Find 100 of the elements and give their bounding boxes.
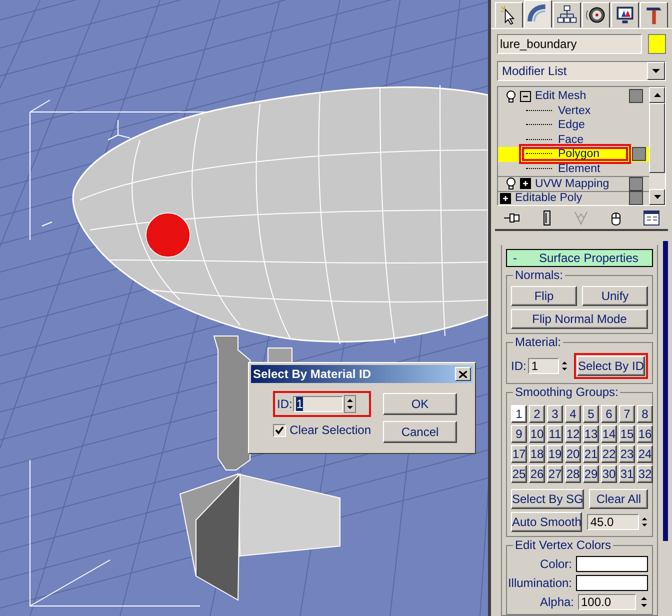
alpha-field[interactable]: 100.0 bbox=[578, 594, 636, 610]
smoothing-group-button[interactable]: 32 bbox=[637, 465, 653, 483]
smoothing-group-button[interactable]: 17 bbox=[511, 445, 527, 463]
clear-selection-label[interactable]: Clear Selection bbox=[290, 423, 371, 437]
id-field[interactable]: 1 bbox=[528, 358, 559, 374]
smoothing-group-button[interactable]: 16 bbox=[637, 425, 653, 443]
id-label: ID: bbox=[511, 359, 526, 373]
smoothing-group-button[interactable]: 6 bbox=[601, 405, 617, 423]
unify-button[interactable]: Unify bbox=[582, 286, 648, 306]
smoothing-group-button[interactable]: 15 bbox=[619, 425, 635, 443]
object-name-field[interactable]: lure_boundary bbox=[497, 34, 642, 54]
close-button[interactable] bbox=[455, 367, 471, 381]
field-label: Color: bbox=[540, 557, 572, 571]
smoothing-group-button[interactable]: 30 bbox=[601, 465, 617, 483]
smoothing-group-button[interactable]: 26 bbox=[529, 465, 545, 483]
smoothing-group-button[interactable]: 2 bbox=[529, 405, 545, 423]
command-tab[interactable] bbox=[640, 2, 668, 28]
smoothing-group-button[interactable]: 13 bbox=[583, 425, 599, 443]
command-tab[interactable] bbox=[611, 2, 639, 28]
sub-object-row[interactable]: Vertex bbox=[498, 104, 649, 118]
smoothing-group-button[interactable]: 29 bbox=[583, 465, 599, 483]
spinner-icon[interactable] bbox=[640, 594, 648, 610]
smoothing-group-button[interactable]: 14 bbox=[601, 425, 617, 443]
light-bulb-icon[interactable] bbox=[506, 90, 516, 103]
scrollbar[interactable] bbox=[649, 87, 665, 206]
clear-all-button[interactable]: Clear All bbox=[589, 489, 648, 509]
id-label: ID: bbox=[277, 397, 292, 411]
modifier-item[interactable]: Edit Mesh bbox=[535, 90, 586, 102]
smoothing-group-button[interactable]: 3 bbox=[547, 405, 563, 423]
light-bulb-icon[interactable] bbox=[506, 177, 516, 190]
expand-icon[interactable] bbox=[520, 178, 531, 190]
spinner-icon[interactable] bbox=[344, 395, 356, 413]
threshold-field[interactable]: 45.0 bbox=[587, 514, 639, 530]
auto-smooth-button[interactable]: Auto Smooth bbox=[511, 512, 582, 532]
sub-object-row[interactable]: Element bbox=[498, 162, 649, 176]
smoothing-group-button[interactable]: 4 bbox=[565, 405, 581, 423]
smoothing-group-button[interactable]: 28 bbox=[565, 465, 581, 483]
toggle-square[interactable] bbox=[629, 89, 643, 104]
scrollbar[interactable] bbox=[663, 241, 668, 541]
checkbox[interactable] bbox=[273, 424, 286, 436]
dropdown-arrow-icon bbox=[652, 69, 660, 73]
smoothing-group-button[interactable]: 22 bbox=[601, 445, 617, 463]
group-label: Edit Vertex Colors bbox=[513, 538, 614, 552]
monitor-icon bbox=[614, 4, 636, 26]
toggle-square[interactable] bbox=[632, 147, 646, 162]
smoothing-group-button[interactable]: 20 bbox=[565, 445, 581, 463]
field-label: Illumination: bbox=[508, 576, 572, 590]
modifier-list-dropdown[interactable]: Modifier List bbox=[497, 61, 666, 81]
smoothing-group-button[interactable]: 18 bbox=[529, 445, 545, 463]
smoothing-group-button[interactable]: 7 bbox=[619, 405, 635, 423]
smoothing-group-button[interactable]: 19 bbox=[547, 445, 563, 463]
sub-object-row[interactable]: Polygon bbox=[498, 147, 649, 162]
smoothing-group-button[interactable]: 31 bbox=[619, 465, 635, 483]
command-tab[interactable] bbox=[553, 2, 581, 28]
smoothing-group-button[interactable]: 8 bbox=[637, 405, 653, 423]
sub-object-row[interactable]: Face bbox=[498, 132, 649, 147]
flip-button[interactable]: Flip bbox=[511, 286, 577, 306]
rollout-title: Surface Properties bbox=[539, 251, 638, 265]
smoothing-group-button[interactable]: 27 bbox=[547, 465, 563, 483]
smoothing-group-button[interactable]: 1 bbox=[511, 405, 527, 423]
smoothing-group-button[interactable]: 21 bbox=[583, 445, 599, 463]
smoothing-group-button[interactable]: 23 bbox=[619, 445, 635, 463]
rollout-header[interactable]: - Surface Properties bbox=[506, 249, 653, 267]
group-label: Material: bbox=[513, 335, 564, 349]
command-tab[interactable] bbox=[582, 2, 610, 28]
sub-object-label: Vertex bbox=[558, 104, 591, 117]
window-icon[interactable] bbox=[640, 208, 661, 228]
sub-object-label: Polygon bbox=[558, 148, 600, 160]
color-swatch[interactable] bbox=[576, 556, 648, 572]
smoothing-group-button[interactable]: 10 bbox=[529, 425, 545, 443]
group-label: Normals: bbox=[513, 268, 566, 282]
smoothing-group-button[interactable]: 24 bbox=[637, 445, 653, 463]
ok-button[interactable]: OK bbox=[383, 393, 457, 415]
smoothing-group-button[interactable]: 5 bbox=[583, 405, 599, 423]
scroll-down-arrow-icon[interactable] bbox=[654, 195, 660, 200]
toggle-square[interactable] bbox=[629, 191, 643, 206]
toggle-square[interactable] bbox=[629, 176, 643, 191]
select-by-id-button[interactable]: Select By ID bbox=[576, 356, 645, 376]
object-color-swatch[interactable] bbox=[648, 34, 666, 54]
expand-icon[interactable] bbox=[500, 192, 511, 204]
id-field[interactable]: 1 bbox=[293, 396, 344, 412]
command-tab[interactable] bbox=[495, 2, 523, 28]
collapse-sign[interactable]: - bbox=[513, 251, 517, 265]
illumination-swatch[interactable] bbox=[576, 575, 648, 591]
modifier-item[interactable]: Editable Poly bbox=[515, 192, 582, 204]
select-by-sg-button[interactable]: Select By SG bbox=[511, 489, 584, 509]
command-tab[interactable] bbox=[524, 0, 552, 28]
sub-object-label: Face bbox=[558, 134, 584, 146]
smoothing-group-button[interactable]: 11 bbox=[547, 425, 563, 443]
sub-object-label: Element bbox=[558, 162, 600, 175]
eye-sphere bbox=[146, 212, 190, 258]
sub-object-row[interactable]: Edge bbox=[498, 118, 649, 132]
collapse-icon[interactable] bbox=[520, 90, 531, 102]
smoothing-group-button[interactable]: 9 bbox=[511, 425, 527, 443]
scroll-up-arrow-icon[interactable] bbox=[654, 93, 660, 97]
smoothing-group-button[interactable]: 12 bbox=[565, 425, 581, 443]
cancel-button[interactable]: Cancel bbox=[383, 421, 457, 443]
modifier-item[interactable]: UVW Mapping bbox=[535, 178, 610, 190]
smoothing-group-button[interactable]: 25 bbox=[511, 465, 527, 483]
flip-normal-mode-button[interactable]: Flip Normal Mode bbox=[511, 309, 648, 329]
